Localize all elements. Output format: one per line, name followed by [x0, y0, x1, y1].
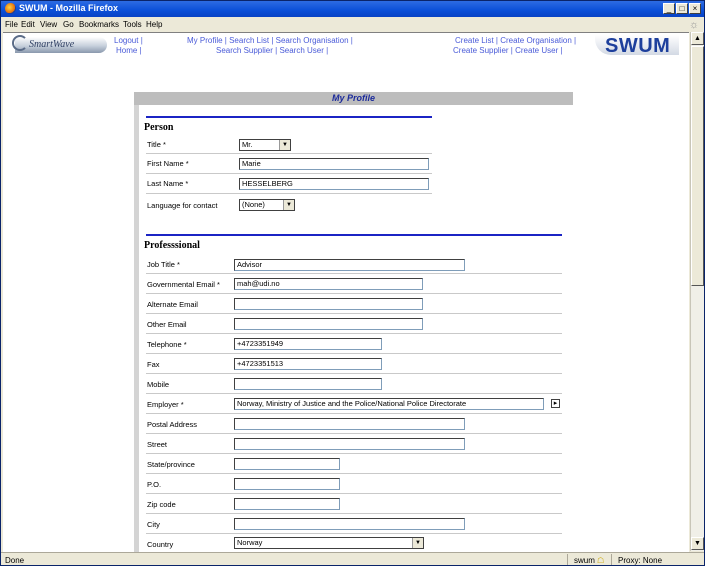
person-heading: Person: [144, 122, 174, 133]
row-divider: [146, 293, 562, 294]
row-divider: [146, 173, 432, 174]
job-title-field[interactable]: Advisor: [234, 259, 465, 271]
zip-code-label: Zip code: [147, 500, 176, 509]
chevron-down-icon: ▼: [283, 200, 294, 210]
firefox-icon: [5, 3, 16, 14]
postal-address-label: Postal Address: [147, 420, 198, 429]
lock-icon: ☖: [597, 556, 605, 565]
nav-links-row2[interactable]: Search Supplier | Search User |: [216, 46, 328, 55]
menu-edit[interactable]: Edit: [21, 20, 35, 29]
page-content: SmartWave Logout | Home | My Profile | S…: [3, 32, 689, 552]
person-rule: [146, 116, 432, 118]
page-title: My Profile: [134, 92, 573, 105]
professional-heading: Professsional: [144, 240, 200, 251]
menu-file[interactable]: File: [5, 20, 18, 29]
country-label: Country: [147, 540, 174, 549]
row-divider: [146, 273, 562, 274]
close-button[interactable]: ×: [689, 3, 701, 14]
window-title: SWUM - Mozilla Firefox: [19, 3, 118, 13]
create-links-row2[interactable]: Create Supplier | Create User |: [453, 46, 563, 55]
first-name-field[interactable]: Marie: [239, 158, 429, 170]
first-name-label: First Name *: [147, 159, 189, 168]
row-divider: [146, 533, 562, 534]
logout-link[interactable]: Logout |: [114, 36, 143, 45]
nav-links-row1[interactable]: My Profile | Search List | Search Organi…: [187, 36, 353, 45]
alt-email-field[interactable]: [234, 298, 423, 310]
professional-rule: [146, 234, 562, 236]
city-field[interactable]: [234, 518, 465, 530]
title-label: Title *: [147, 140, 166, 149]
row-divider: [146, 373, 562, 374]
mobile-field[interactable]: [234, 378, 382, 390]
fax-label: Fax: [147, 360, 160, 369]
postal-address-field[interactable]: [234, 418, 465, 430]
language-label: Language for contact: [147, 201, 218, 210]
other-email-field[interactable]: [234, 318, 423, 330]
menu-view[interactable]: View: [40, 20, 57, 29]
menu-bookmarks[interactable]: Bookmarks: [79, 20, 119, 29]
row-divider: [146, 333, 562, 334]
alt-email-label: Alternate Email: [147, 300, 198, 309]
row-divider: [146, 433, 562, 434]
language-select[interactable]: (None) ▼: [239, 199, 295, 211]
menu-tools[interactable]: Tools: [123, 20, 142, 29]
po-field[interactable]: [234, 478, 340, 490]
status-text: Done: [5, 556, 25, 565]
create-links-row1[interactable]: Create List | Create Organisation |: [455, 36, 576, 45]
left-margin-strip: [134, 105, 139, 552]
throbber-icon: ☼: [689, 19, 700, 31]
chevron-down-icon: ▼: [412, 538, 423, 548]
row-divider: [146, 453, 562, 454]
scroll-down-icon[interactable]: ▼: [691, 537, 704, 550]
last-name-field[interactable]: HESSELBERG: [239, 178, 429, 190]
maximize-button[interactable]: □: [676, 3, 688, 14]
gov-email-label: Governmental Email *: [147, 280, 220, 289]
add-employer-icon[interactable]: ▸: [551, 399, 560, 408]
state-label: State/province: [147, 460, 195, 469]
row-divider: [146, 393, 562, 394]
employer-field[interactable]: Norway, Ministry of Justice and the Poli…: [234, 398, 544, 410]
row-divider: [146, 313, 562, 314]
job-title-label: Job Title *: [147, 260, 180, 269]
other-email-label: Other Email: [147, 320, 187, 329]
country-select[interactable]: Norway ▼: [234, 537, 424, 549]
smartwave-logo: SmartWave: [12, 35, 107, 53]
row-divider: [146, 153, 432, 154]
row-divider: [146, 493, 562, 494]
row-divider: [146, 473, 562, 474]
site-indicator: swum: [574, 556, 595, 565]
vertical-scrollbar[interactable]: ▲ ▼: [690, 32, 704, 551]
row-divider: [146, 193, 432, 194]
zip-code-field[interactable]: [234, 498, 340, 510]
city-label: City: [147, 520, 160, 529]
menu-help[interactable]: Help: [146, 20, 162, 29]
minimize-button[interactable]: _: [663, 3, 675, 14]
telephone-field[interactable]: +4723351949: [234, 338, 382, 350]
gov-email-field[interactable]: mah@udi.no: [234, 278, 423, 290]
status-bar: Done swum ☖ Proxy: None: [1, 552, 704, 565]
row-divider: [146, 353, 562, 354]
fax-field[interactable]: +4723351513: [234, 358, 382, 370]
menu-bar: File Edit View Go Bookmarks Tools Help ☼: [1, 18, 704, 32]
mobile-label: Mobile: [147, 380, 170, 389]
state-field[interactable]: [234, 458, 340, 470]
home-link[interactable]: Home |: [116, 46, 142, 55]
street-label: Street: [147, 440, 168, 449]
street-field[interactable]: [234, 438, 465, 450]
scroll-up-icon[interactable]: ▲: [691, 32, 704, 45]
chevron-down-icon: ▼: [279, 140, 290, 150]
proxy-status[interactable]: Proxy: None: [618, 556, 662, 565]
telephone-label: Telephone *: [147, 340, 187, 349]
title-bar: SWUM - Mozilla Firefox _ □ ×: [1, 1, 704, 17]
po-label: P.O.: [147, 480, 162, 489]
menu-go[interactable]: Go: [63, 20, 74, 29]
employer-label: Employer *: [147, 400, 184, 409]
row-divider: [146, 413, 562, 414]
browser-window: SWUM - Mozilla Firefox _ □ × File Edit V…: [0, 0, 705, 566]
last-name-label: Last Name *: [147, 179, 189, 188]
swum-logo: SWUM: [595, 35, 679, 57]
title-select[interactable]: Mr. ▼: [239, 139, 291, 151]
scroll-thumb[interactable]: [691, 46, 704, 286]
row-divider: [146, 513, 562, 514]
